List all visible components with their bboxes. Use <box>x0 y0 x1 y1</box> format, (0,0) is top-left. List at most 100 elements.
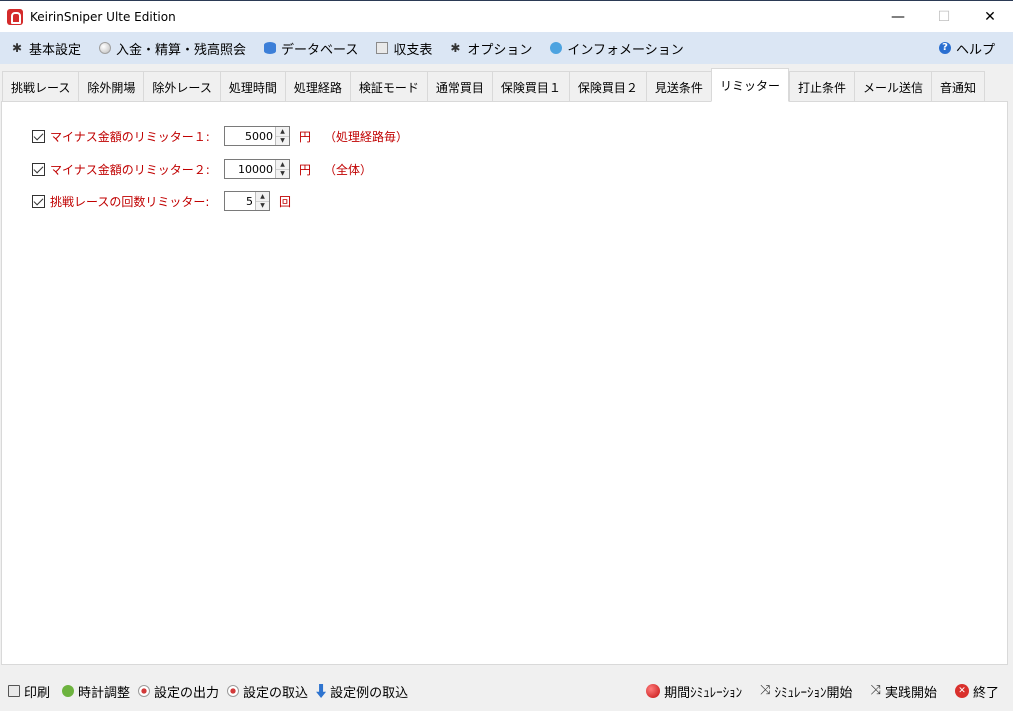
printer-icon <box>8 685 20 697</box>
tab-excluded-venues[interactable]: 除外開場 <box>78 71 144 102</box>
print-button[interactable]: 印刷 <box>0 673 50 709</box>
limiter-3-checkbox[interactable] <box>32 194 45 208</box>
limiter-1-input[interactable] <box>225 127 275 145</box>
limiter-3-input[interactable] <box>225 192 255 210</box>
coin-icon <box>99 42 112 54</box>
limiter-1-unit: 円 <box>299 130 312 144</box>
title-bar: KeirinSniper Ulte Edition — ☐ ✕ <box>0 1 1013 32</box>
app-logo-icon <box>7 8 23 25</box>
app-window: KeirinSniper Ulte Edition — ☐ ✕ ✱ 基本設定 入… <box>0 0 1013 711</box>
menu-database[interactable]: データベース <box>252 32 364 64</box>
close-button[interactable]: ✕ <box>967 1 1013 32</box>
spin-down-icon[interactable]: ▼ <box>276 169 289 178</box>
menu-label: 入金・精算・残高照会 <box>116 42 247 58</box>
spin-up-icon[interactable]: ▲ <box>276 160 289 170</box>
red-ball-icon <box>646 684 661 698</box>
tab-email[interactable]: メール送信 <box>853 71 931 102</box>
window-controls: — ☐ ✕ <box>875 1 1013 32</box>
exit-label: 終了 <box>972 685 999 701</box>
import-sample-label: 設定例の取込 <box>330 685 409 701</box>
settings-tabs: 挑戦レース 除外開場 除外レース 処理時間 処理経路 検証モード 通常買目 保険… <box>0 68 1013 102</box>
menu-label: データベース <box>281 42 359 58</box>
limiter-3-label: 挑戦レースの回数リミッター: <box>50 194 210 209</box>
print-label: 印刷 <box>24 685 51 701</box>
record-icon <box>227 685 240 697</box>
exit-button[interactable]: ✕ 終了 <box>937 673 999 709</box>
chat-icon <box>550 42 563 54</box>
shuffle-icon: ⤨ <box>760 683 771 698</box>
maximize-button[interactable]: ☐ <box>921 1 967 32</box>
menu-label: ヘルプ <box>955 42 995 58</box>
spin-up-icon[interactable]: ▲ <box>256 192 269 202</box>
limiter-3-spinner: ▲ ▼ <box>224 191 270 211</box>
limiter-2-spin-buttons: ▲ ▼ <box>275 160 289 178</box>
limiter-2-input[interactable] <box>225 160 275 178</box>
start-live-label: 実践開始 <box>884 685 937 701</box>
clock-icon <box>62 685 75 697</box>
limiter-1-note: （処理経路毎） <box>324 130 409 144</box>
shuffle-icon: ⤨ <box>870 683 881 698</box>
limiter-3-spin-buttons: ▲ ▼ <box>255 192 269 210</box>
start-live-button[interactable]: ⤨ 実践開始 <box>853 673 937 709</box>
period-simulation-button[interactable]: 期間ｼﾐｭﾚｰｼｮﾝ <box>628 673 742 709</box>
record-icon <box>138 685 151 697</box>
menu-information[interactable]: インフォメーション <box>538 32 689 64</box>
tab-processing-time[interactable]: 処理時間 <box>219 71 285 102</box>
import-settings-button[interactable]: 設定の取込 <box>219 673 308 709</box>
menu-help[interactable]: ? ヘルプ <box>938 32 995 64</box>
limiter-1-checkbox[interactable] <box>32 129 45 143</box>
bottom-toolbar: 印刷 時計調整 設定の出力 設定の取込 設定例の取込 期間ｼﾐｭﾚｰｼｮﾝ ⤨ … <box>0 673 1013 709</box>
clock-adjust-button[interactable]: 時計調整 <box>50 673 130 709</box>
gear-icon: ✱ <box>12 41 23 55</box>
menu-deposit-settlement[interactable]: 入金・精算・残高照会 <box>87 32 252 64</box>
window-title: KeirinSniper Ulte Edition <box>30 9 176 24</box>
help-icon: ? <box>938 42 951 54</box>
close-circle-icon: ✕ <box>954 684 969 698</box>
start-simulation-label: ｼﾐｭﾚｰｼｮﾝ開始 <box>774 685 853 701</box>
tab-processing-route[interactable]: 処理経路 <box>284 71 350 102</box>
tab-skip-conditions[interactable]: 見送条件 <box>645 71 711 102</box>
tab-insurance-bets-2[interactable]: 保険買目２ <box>568 71 646 102</box>
tab-verification-mode[interactable]: 検証モード <box>349 71 427 102</box>
tab-limiter[interactable]: リミッター <box>710 68 789 102</box>
menu-bar: ✱ 基本設定 入金・精算・残高照会 データベース 収支表 ✱ オプション インフ… <box>0 32 1013 64</box>
tab-challenge-race[interactable]: 挑戦レース <box>2 71 79 102</box>
menu-balance-sheet[interactable]: 収支表 <box>364 32 438 64</box>
import-settings-label: 設定の取込 <box>243 685 309 701</box>
import-sample-settings-button[interactable]: 設定例の取込 <box>308 673 408 709</box>
limiter-row-2: マイナス金額のリミッター２: <box>32 158 210 180</box>
menu-label: 基本設定 <box>29 42 82 58</box>
limiter-1-spinner: ▲ ▼ <box>224 126 290 146</box>
document-icon <box>376 42 389 54</box>
limiter-row-1: マイナス金額のリミッター１: <box>32 125 210 147</box>
menu-label: インフォメーション <box>567 42 684 58</box>
minimize-button[interactable]: — <box>875 1 921 32</box>
menu-label: オプション <box>467 42 533 58</box>
spin-up-icon[interactable]: ▲ <box>276 127 289 137</box>
limiter-1-label: マイナス金額のリミッター１: <box>50 129 210 144</box>
menu-options[interactable]: ✱ オプション <box>438 32 538 64</box>
limiter-3-unit: 回 <box>279 195 292 209</box>
tab-excluded-races[interactable]: 除外レース <box>143 71 220 102</box>
tab-normal-bets[interactable]: 通常買目 <box>426 71 492 102</box>
limiter-2-note: （全体） <box>324 163 373 177</box>
bottom-right-actions: 期間ｼﾐｭﾚｰｼｮﾝ ⤨ ｼﾐｭﾚｰｼｮﾝ開始 ⤨ 実践開始 ✕ 終了 <box>628 673 999 709</box>
limiter-2-checkbox[interactable] <box>32 162 45 176</box>
download-arrow-icon <box>316 684 327 698</box>
tab-stop-conditions[interactable]: 打止条件 <box>788 71 854 102</box>
menu-basic-settings[interactable]: ✱ 基本設定 <box>0 32 87 64</box>
spin-down-icon[interactable]: ▼ <box>276 136 289 145</box>
limiter-2-label: マイナス金額のリミッター２: <box>50 162 210 177</box>
database-icon <box>264 42 277 54</box>
tab-insurance-bets-1[interactable]: 保険買目１ <box>491 71 569 102</box>
limiter-row-3: 挑戦レースの回数リミッター: <box>32 190 209 212</box>
start-simulation-button[interactable]: ⤨ ｼﾐｭﾚｰｼｮﾝ開始 <box>742 673 852 709</box>
period-simulation-label: 期間ｼﾐｭﾚｰｼｮﾝ <box>664 685 743 701</box>
spin-down-icon[interactable]: ▼ <box>256 201 269 210</box>
limiter-2-spinner: ▲ ▼ <box>224 159 290 179</box>
gear-icon: ✱ <box>450 41 461 55</box>
tab-sound-notify[interactable]: 音通知 <box>930 71 985 102</box>
export-settings-button[interactable]: 設定の出力 <box>130 673 219 709</box>
export-settings-label: 設定の出力 <box>154 685 220 701</box>
menu-label: 収支表 <box>393 42 433 58</box>
